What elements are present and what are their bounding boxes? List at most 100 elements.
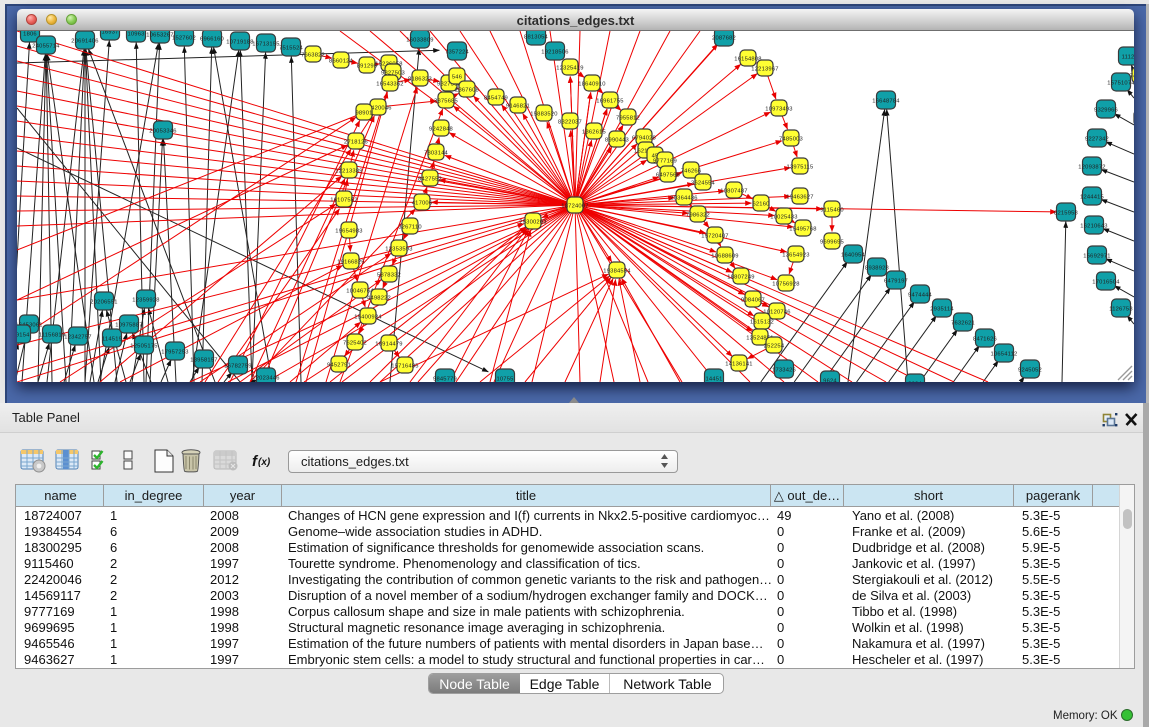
svg-text:25300203: 25300203 [519, 220, 546, 226]
svg-text:10688609: 10688609 [711, 254, 738, 260]
svg-text:7632621: 7632621 [951, 321, 975, 327]
svg-text:19654983: 19654983 [335, 229, 362, 235]
svg-text:1806: 1806 [23, 32, 37, 38]
svg-text:7986322: 7986322 [686, 213, 710, 219]
svg-text:8938928: 8938928 [865, 266, 889, 272]
svg-text:9115460: 9115460 [820, 208, 844, 214]
svg-text:14451: 14451 [705, 377, 722, 383]
svg-text:10756928: 10756928 [772, 282, 799, 288]
svg-text:8813054: 8813054 [524, 35, 549, 41]
svg-text:6479197: 6479197 [884, 279, 908, 285]
svg-text:8215958: 8215958 [1054, 211, 1078, 217]
svg-text:24055714: 24055714 [32, 44, 60, 50]
svg-text:13975115: 13975115 [787, 165, 814, 171]
svg-text:20364436: 20364436 [670, 196, 697, 202]
svg-text:9624: 9624 [823, 379, 837, 383]
svg-text:9452791: 9452791 [327, 363, 351, 369]
svg-text:2367608: 2367608 [455, 88, 479, 94]
svg-text:15716485: 15716485 [391, 364, 418, 370]
svg-text:2087682: 2087682 [712, 36, 736, 42]
svg-text:2935114: 2935114 [930, 307, 954, 313]
svg-text:8471626: 8471626 [973, 337, 997, 343]
svg-text:7803144: 7803144 [424, 151, 449, 157]
svg-text:12023446: 12023446 [252, 376, 279, 382]
svg-text:17957253: 17957253 [161, 350, 188, 356]
svg-text:1640954: 1640954 [841, 253, 866, 259]
svg-text:8427552: 8427552 [418, 177, 442, 183]
svg-text:9227342: 9227342 [1085, 137, 1109, 143]
svg-text:20053346: 20053346 [149, 129, 176, 135]
svg-text:14136141: 14136141 [725, 362, 752, 368]
svg-text:4498222: 4498222 [367, 296, 391, 302]
svg-text:18807249: 18807249 [727, 275, 754, 281]
svg-text:15495768: 15495768 [789, 227, 816, 233]
svg-text:3624554: 3624554 [691, 181, 716, 187]
svg-text:13958157: 13958157 [190, 358, 217, 364]
svg-text:16961755: 16961755 [596, 99, 623, 105]
svg-text:19218506: 19218506 [541, 50, 568, 56]
svg-text:19384554: 19384554 [603, 269, 631, 275]
svg-text:8186323: 8186323 [408, 77, 432, 83]
svg-text:19463627: 19463627 [786, 195, 813, 201]
svg-text:1362615: 1362615 [582, 130, 606, 136]
svg-text:1527602: 1527602 [172, 36, 196, 42]
svg-text:10963: 10963 [127, 32, 144, 38]
svg-text:7515524: 7515524 [279, 46, 304, 52]
svg-text:9245052: 9245052 [1018, 368, 1042, 374]
svg-text:12093872: 12093872 [1078, 165, 1105, 171]
svg-text:8024: 8024 [908, 382, 922, 383]
svg-text:7625402: 7625402 [343, 341, 367, 347]
svg-text:5878332: 5878332 [377, 273, 401, 279]
svg-text:6794028: 6794028 [632, 136, 656, 142]
svg-text:15751074: 15751074 [1107, 81, 1134, 87]
svg-text:17016504: 17016504 [1092, 280, 1120, 286]
svg-text:6497568: 6497568 [656, 173, 680, 179]
svg-text:12342757: 12342757 [64, 335, 91, 341]
svg-text:114519: 114519 [102, 337, 122, 343]
svg-text:3267110: 3267110 [398, 225, 422, 231]
svg-text:20206551: 20206551 [90, 300, 117, 306]
svg-text:15720407: 15720407 [701, 234, 728, 240]
svg-text:12213389: 12213389 [335, 169, 362, 175]
svg-text:10755: 10755 [496, 377, 513, 383]
svg-text:12325419: 12325419 [556, 66, 583, 72]
svg-text:1244415: 1244415 [1080, 195, 1104, 201]
svg-text:7955812: 7955812 [616, 116, 640, 122]
svg-text:748500: 748500 [1130, 74, 1134, 80]
svg-text:252254: 252254 [764, 344, 785, 350]
svg-text:1112: 1112 [1122, 55, 1134, 61]
svg-text:39154: 39154 [17, 333, 30, 339]
svg-text:8660124: 8660124 [329, 59, 354, 65]
svg-text:891295: 891295 [357, 64, 378, 70]
svg-text:16937: 16937 [101, 31, 118, 36]
svg-text:12505175: 12505175 [130, 344, 157, 350]
svg-text:16543362: 16543362 [376, 82, 403, 88]
svg-text:10654112: 10654112 [991, 352, 1018, 358]
svg-text:18724007: 18724007 [561, 204, 588, 210]
svg-text:16033809: 16033809 [406, 38, 433, 44]
svg-text:1733426: 1733426 [772, 368, 796, 374]
svg-text:1615132: 1615132 [750, 320, 774, 326]
svg-text:12359928: 12359928 [132, 298, 159, 304]
svg-text:10653267: 10653267 [146, 33, 173, 39]
svg-text:8322037: 8322037 [558, 120, 582, 126]
svg-text:16210643: 16210643 [1080, 224, 1107, 230]
svg-text:15883520: 15883520 [530, 112, 557, 118]
svg-text:7357224: 7357224 [445, 50, 470, 56]
svg-text:3875685: 3875685 [434, 99, 458, 105]
svg-text:7663822: 7663822 [301, 53, 325, 59]
svg-text:16782759: 16782759 [224, 364, 251, 370]
svg-text:6966160: 6966160 [200, 37, 224, 43]
svg-text:(x): (x) [258, 457, 271, 468]
svg-text:10807487: 10807487 [720, 189, 747, 195]
svg-text:12213967: 12213967 [751, 67, 778, 73]
svg-text:7485003: 7485003 [779, 137, 803, 143]
svg-text:11156819: 11156819 [39, 333, 66, 339]
svg-text:2718126: 2718126 [344, 140, 368, 146]
svg-text:20691406: 20691406 [71, 39, 98, 45]
svg-text:9845779: 9845779 [433, 377, 457, 383]
svg-text:10719188: 10719188 [226, 40, 253, 46]
svg-text:16914479: 16914479 [375, 342, 402, 348]
svg-text:1126753: 1126753 [1109, 307, 1133, 313]
svg-text:10025433: 10025433 [770, 215, 797, 221]
